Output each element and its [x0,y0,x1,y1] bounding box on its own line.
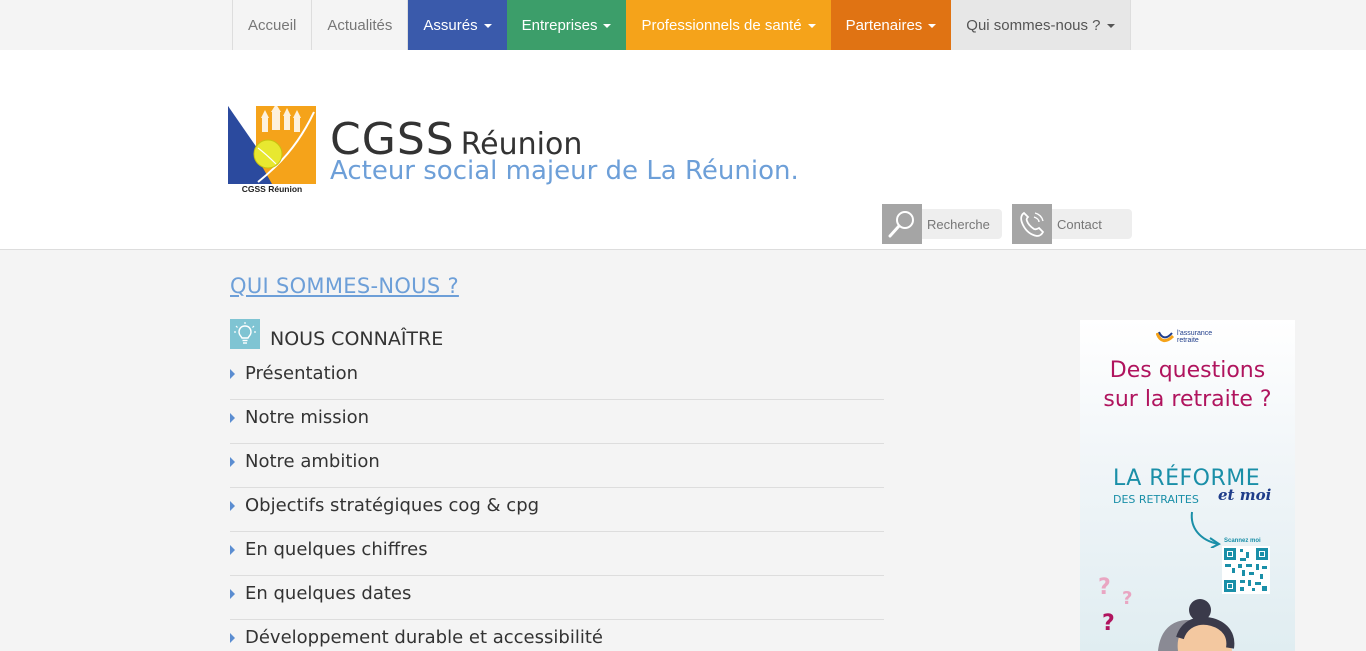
reform-et-moi: et moi [1218,486,1272,504]
nav-item-actualites[interactable]: Actualités [312,0,409,50]
arrow-right-icon [230,368,235,379]
link-label: Notre ambition [245,451,380,472]
caret-down-icon [928,24,937,28]
link-label: Développement durable et accessibilité [245,627,603,648]
nav-item-professionnels-de-sante[interactable]: Professionnels de santé [626,0,831,50]
nav-item-partenaires[interactable]: Partenaires [830,0,952,50]
link-label: Notre mission [245,407,370,428]
page-title[interactable]: QUI SOMMES-NOUS ? [230,274,459,298]
caret-down-icon [807,24,816,28]
caret-down-icon [483,24,492,28]
search-label: Recherche [922,209,1002,239]
site-header: CGSS Réunion CGSS Réunion Acteur social m… [0,50,1366,250]
reform-subtitle: DES RETRAITES [1113,493,1199,506]
svg-text:?: ? [1098,575,1111,600]
arrow-right-icon [230,412,235,423]
arrow-right-icon [230,588,235,599]
caret-down-icon [1106,24,1115,28]
svg-text:?: ? [1122,588,1132,609]
nav-label: Assurés [423,16,478,34]
about-links-list: Présentation Notre mission Notre ambitio… [230,356,884,651]
link-label: En quelques dates [245,583,412,604]
nav-label: Entreprises [521,16,598,34]
nav-label: Partenaires [845,16,923,34]
logo-text-1: l'assurance [1177,330,1213,337]
site-tagline: Acteur social majeur de La Réunion. [330,156,799,186]
nav-label: Professionnels de santé [641,16,802,34]
active-nav-pointer [981,92,997,100]
link-label: Objectifs stratégiques cog & cpg [245,495,540,516]
list-item-chiffres[interactable]: En quelques chiffres [230,532,884,576]
contact-button[interactable]: Contact [1012,204,1132,244]
logo-text-2: retraite [1177,337,1199,344]
curved-arrow-icon [1190,511,1221,548]
svg-text:?: ? [1102,611,1115,636]
banner-question: Des questions sur la retraite ? [1080,356,1295,414]
search-button[interactable]: Recherche [882,204,1002,244]
nav-item-accueil[interactable]: Accueil [233,0,313,50]
section-title: NOUS CONNAÎTRE [270,328,444,350]
arrow-right-icon [230,544,235,555]
arrow-right-icon [230,632,235,643]
top-navbar: Accueil Actualités Assurés Entreprises P… [0,0,1354,50]
arrow-right-icon [230,456,235,467]
contact-label: Contact [1052,209,1132,239]
arrow-right-icon [230,500,235,511]
list-item-developpement-durable[interactable]: Développement durable et accessibilité [230,620,884,651]
link-label: Présentation [245,363,359,384]
list-item-dates[interactable]: En quelques dates [230,576,884,620]
nav-item-entreprises[interactable]: Entreprises [506,0,627,50]
scan-label: Scannez moi [1224,538,1261,544]
main-nav: Accueil Actualités Assurés Entreprises P… [232,0,1131,50]
caret-down-icon [603,24,612,28]
list-item-notre-mission[interactable]: Notre mission [230,400,884,444]
question-line-1: Des questions [1109,358,1266,383]
nav-label: Actualités [327,16,393,34]
assurance-retraite-logo: l'assurance retraite [1156,330,1212,344]
nav-label: Qui sommes-nous ? [966,16,1101,34]
magnifier-icon [882,204,922,244]
nav-item-qui-sommes-nous[interactable]: Qui sommes-nous ? [951,0,1131,50]
question-line-2: sur la retraite ? [1103,387,1272,412]
link-label: En quelques chiffres [245,539,428,560]
list-item-presentation[interactable]: Présentation [230,356,884,400]
banner-illustration: ? ? ? [1098,575,1235,651]
list-item-notre-ambition[interactable]: Notre ambition [230,444,884,488]
section-header: NOUS CONNAÎTRE [230,318,443,350]
phone-icon [1012,204,1052,244]
retirement-reform-banner[interactable]: l'assurance retraite Des questions sur la… [1080,320,1295,651]
logo-caption: CGSS Réunion [242,184,302,194]
nav-label: Accueil [248,16,297,34]
cgss-logo[interactable]: CGSS Réunion [228,106,316,194]
list-item-objectifs[interactable]: Objectifs stratégiques cog & cpg [230,488,884,532]
nav-item-assures[interactable]: Assurés [408,0,507,50]
lightbulb-icon [230,319,260,349]
